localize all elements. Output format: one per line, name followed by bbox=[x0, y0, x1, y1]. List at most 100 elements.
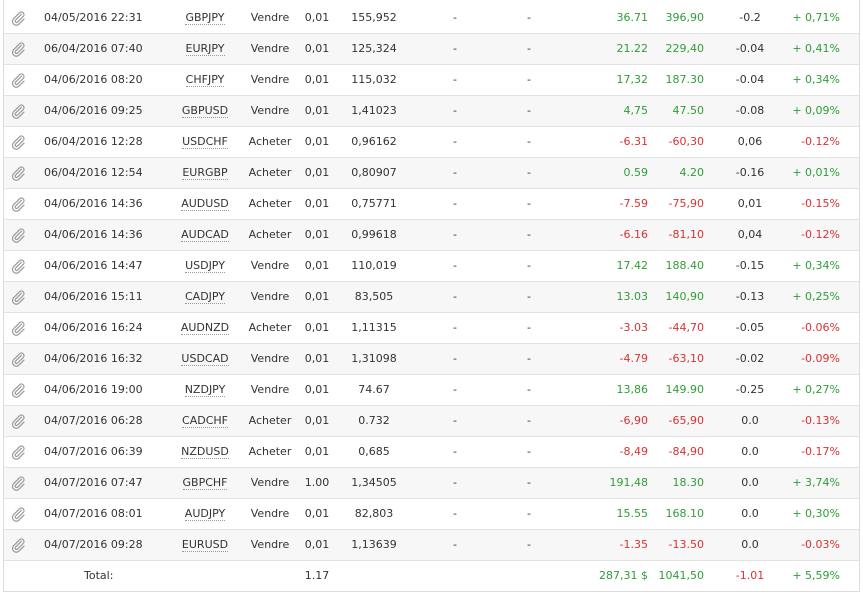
trade-symbol-link[interactable]: CADJPY bbox=[184, 290, 226, 304]
paperclip-icon[interactable] bbox=[7, 220, 29, 250]
trade-take-profit: - bbox=[527, 166, 531, 179]
trade-symbol[interactable]: AUDJPY bbox=[177, 499, 233, 529]
trade-symbol-link[interactable]: CHFJPY bbox=[185, 73, 225, 87]
trade-date: 04/06/2016 15:11 bbox=[44, 290, 143, 303]
trade-percent: -0.13% bbox=[801, 414, 840, 427]
table-row[interactable]: 04/07/2016 07:47 GBPCHF Vendre 1.00 1,34505 -… bbox=[4, 468, 859, 499]
table-row[interactable]: 04/06/2016 15:11 CADJPY Vendre 0,01 83,505 - -… bbox=[4, 282, 859, 313]
trade-symbol[interactable]: GBPCHF bbox=[177, 468, 233, 498]
paperclip-icon[interactable] bbox=[7, 158, 29, 188]
trade-symbol[interactable]: GBPUSD bbox=[177, 96, 233, 126]
trade-stop-loss: - bbox=[453, 259, 457, 272]
trade-symbol[interactable]: CADJPY bbox=[177, 282, 233, 312]
trade-symbol-link[interactable]: NZDJPY bbox=[184, 383, 226, 397]
paperclip-icon[interactable] bbox=[7, 499, 29, 529]
table-row[interactable]: 04/07/2016 08:01 AUDJPY Vendre 0,01 82,803 - -… bbox=[4, 499, 859, 530]
paperclip-icon[interactable] bbox=[7, 96, 29, 126]
trade-symbol[interactable]: NZDJPY bbox=[177, 375, 233, 405]
paperclip-icon[interactable] bbox=[7, 406, 29, 436]
table-row[interactable]: 06/04/2016 12:28 USDCHF Acheter 0,01 0,96162… bbox=[4, 127, 859, 158]
paperclip-icon[interactable] bbox=[7, 189, 29, 219]
trade-symbol[interactable]: EURGBP bbox=[177, 158, 233, 188]
paperclip-icon[interactable] bbox=[7, 3, 29, 33]
table-row[interactable]: 06/04/2016 07:40 EURJPY Vendre 0,01 125,324 -… bbox=[4, 34, 859, 65]
total-label: Total: bbox=[84, 569, 114, 582]
trade-date: 06/04/2016 12:28 bbox=[44, 135, 143, 148]
trade-take-profit: - bbox=[527, 352, 531, 365]
paperclip-icon[interactable] bbox=[7, 344, 29, 374]
trade-symbol[interactable]: USDJPY bbox=[177, 251, 233, 281]
trade-percent: -0.09% bbox=[801, 352, 840, 365]
trade-stop-loss: - bbox=[453, 290, 457, 303]
paperclip-icon[interactable] bbox=[7, 34, 29, 64]
trade-symbol[interactable]: GBPJPY bbox=[177, 3, 233, 33]
trade-lot: 1.00 bbox=[304, 476, 330, 489]
trade-symbol-link[interactable]: USDCAD bbox=[181, 352, 229, 366]
paperclip-icon[interactable] bbox=[7, 375, 29, 405]
paperclip-icon[interactable] bbox=[7, 282, 29, 312]
trade-profit: -3.03 bbox=[619, 321, 648, 334]
trade-pips: 149.90 bbox=[665, 383, 705, 396]
paperclip-icon[interactable] bbox=[7, 251, 29, 281]
trade-symbol-link[interactable]: EURJPY bbox=[185, 42, 225, 56]
trade-symbol-link[interactable]: EURUSD bbox=[181, 538, 229, 552]
paperclip-icon[interactable] bbox=[7, 65, 29, 95]
trade-type: Acheter bbox=[248, 445, 292, 458]
trade-symbol-link[interactable]: USDJPY bbox=[185, 259, 225, 273]
trade-symbol-link[interactable]: AUDNZD bbox=[180, 321, 230, 335]
table-row[interactable]: 04/07/2016 06:39 NZDUSD Acheter 0,01 0,685 - -… bbox=[4, 437, 859, 468]
table-row[interactable]: 04/06/2016 08:20 CHFJPY Vendre 0,01 115,032 -… bbox=[4, 65, 859, 96]
trade-symbol-link[interactable]: CADCHF bbox=[182, 414, 228, 428]
trade-symbol[interactable]: EURJPY bbox=[177, 34, 233, 64]
trade-history-table: 04/05/2016 22:31 GBPJPY Vendre 0,01 155,952 -… bbox=[3, 0, 860, 592]
table-row[interactable]: 04/06/2016 14:36 AUDUSD Acheter 0,01 0,75771… bbox=[4, 189, 859, 220]
trade-symbol[interactable]: NZDUSD bbox=[177, 437, 233, 467]
total-swap: -1.01 bbox=[735, 569, 765, 582]
trade-type: Vendre bbox=[250, 383, 290, 396]
table-row[interactable]: 04/06/2016 14:47 USDJPY Vendre 0,01 110,019 -… bbox=[4, 251, 859, 282]
trade-symbol[interactable]: USDCAD bbox=[177, 344, 233, 374]
trade-date: 04/06/2016 09:25 bbox=[44, 104, 143, 117]
trade-swap: 0,06 bbox=[737, 135, 763, 148]
trade-symbol[interactable]: AUDUSD bbox=[177, 189, 233, 219]
paperclip-icon[interactable] bbox=[7, 127, 29, 157]
trade-symbol[interactable]: CHFJPY bbox=[177, 65, 233, 95]
trade-profit: 4,75 bbox=[623, 104, 649, 117]
table-row[interactable]: 04/06/2016 09:25 GBPUSD Vendre 0,01 1,41023 -… bbox=[4, 96, 859, 127]
table-row[interactable]: 04/06/2016 14:36 AUDCAD Acheter 0,01 0,99618… bbox=[4, 220, 859, 251]
table-row[interactable]: 04/05/2016 22:31 GBPJPY Vendre 0,01 155,952 -… bbox=[4, 3, 859, 34]
trade-symbol-link[interactable]: EURGBP bbox=[182, 166, 228, 180]
trade-symbol[interactable]: CADCHF bbox=[177, 406, 233, 436]
total-percent: + 5,59% bbox=[792, 569, 840, 582]
trade-symbol-link[interactable]: AUDCAD bbox=[181, 228, 229, 242]
trade-symbol-link[interactable]: GBPJPY bbox=[185, 11, 225, 25]
trade-date: 04/06/2016 16:32 bbox=[44, 352, 143, 365]
table-row[interactable]: 04/06/2016 16:32 USDCAD Vendre 0,01 1,31098 -… bbox=[4, 344, 859, 375]
trade-percent: -0.17% bbox=[801, 445, 840, 458]
table-row[interactable]: 06/04/2016 12:54 EURGBP Acheter 0,01 0,80907… bbox=[4, 158, 859, 189]
trade-lot: 0,01 bbox=[304, 73, 330, 86]
table-row[interactable]: 04/06/2016 19:00 NZDJPY Vendre 0,01 74.67 - - 1… bbox=[4, 375, 859, 406]
trade-stop-loss: - bbox=[453, 321, 457, 334]
trade-stop-loss: - bbox=[453, 476, 457, 489]
table-row[interactable]: 04/07/2016 06:28 CADCHF Acheter 0,01 0.732 - -… bbox=[4, 406, 859, 437]
paperclip-icon[interactable] bbox=[7, 530, 29, 560]
trade-symbol-link[interactable]: AUDJPY bbox=[184, 507, 226, 521]
table-row[interactable]: 04/07/2016 09:28 EURUSD Vendre 0,01 1,13639 -… bbox=[4, 530, 859, 561]
trade-symbol[interactable]: AUDCAD bbox=[177, 220, 233, 250]
trade-symbol-link[interactable]: NZDUSD bbox=[181, 445, 229, 459]
trade-symbol-link[interactable]: GBPCHF bbox=[182, 476, 228, 490]
trade-symbol-link[interactable]: USDCHF bbox=[182, 135, 228, 149]
trade-symbol-link[interactable]: GBPUSD bbox=[181, 104, 229, 118]
trade-symbol[interactable]: USDCHF bbox=[177, 127, 233, 157]
trade-symbol[interactable]: AUDNZD bbox=[177, 313, 233, 343]
trade-type: Acheter bbox=[248, 321, 292, 334]
trade-pips: -63,10 bbox=[668, 352, 704, 365]
table-row[interactable]: 04/06/2016 16:24 AUDNZD Acheter 0,01 1,11315… bbox=[4, 313, 859, 344]
paperclip-icon[interactable] bbox=[7, 468, 29, 498]
trade-symbol[interactable]: EURUSD bbox=[177, 530, 233, 560]
trade-take-profit: - bbox=[527, 321, 531, 334]
trade-symbol-link[interactable]: AUDUSD bbox=[181, 197, 229, 211]
paperclip-icon[interactable] bbox=[7, 313, 29, 343]
paperclip-icon[interactable] bbox=[7, 437, 29, 467]
